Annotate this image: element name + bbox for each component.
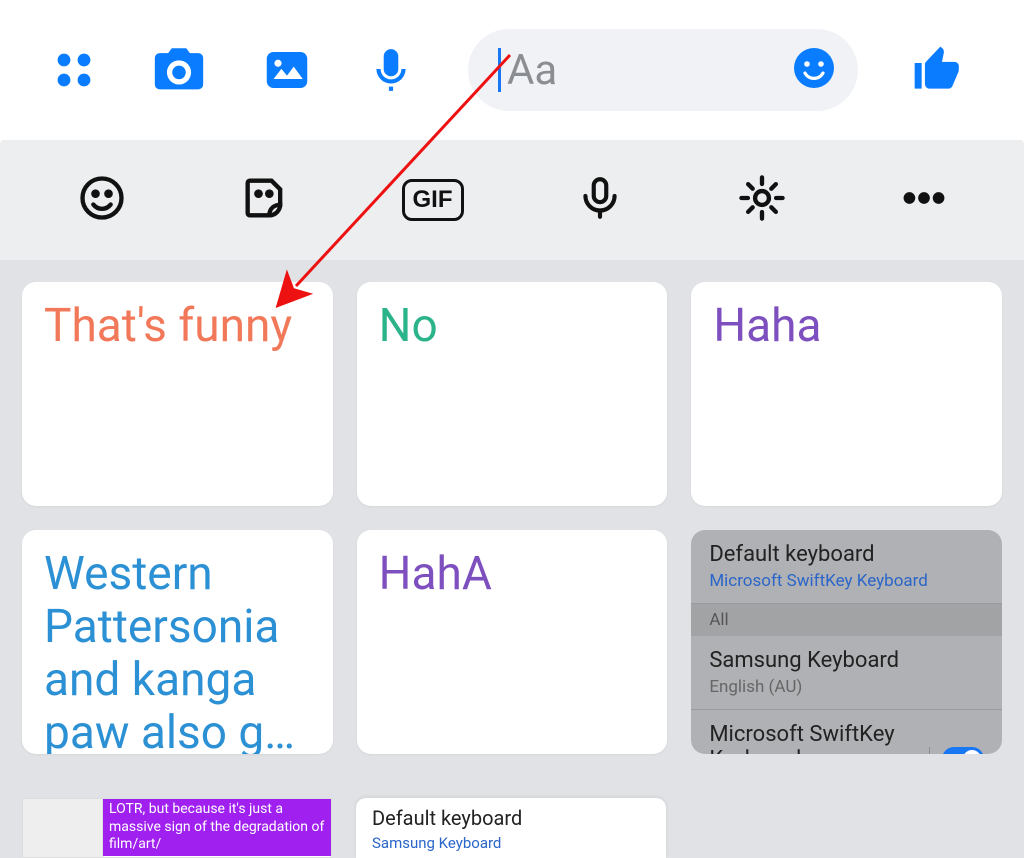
camera-icon[interactable] — [150, 41, 208, 99]
gif-icon[interactable]: GIF — [402, 179, 464, 221]
apps-icon[interactable] — [50, 46, 98, 94]
message-placeholder: Aa — [507, 46, 790, 95]
kb-option-title: Microsoft SwiftKey Keyboard — [709, 722, 929, 754]
gear-icon[interactable] — [736, 172, 788, 228]
kb-option-sub: English (AU) — [709, 677, 899, 697]
settings-header-sub: Microsoft SwiftKey Keyboard — [709, 571, 928, 591]
thumbnail-image — [23, 799, 103, 857]
gif-label: GIF — [413, 186, 453, 213]
thumbnail-preview[interactable]: LOTR, but because it's just a massive si… — [22, 798, 332, 858]
settings-all-label: All — [691, 604, 1002, 636]
message-input[interactable]: Aa — [468, 29, 858, 111]
toggle-switch[interactable] — [942, 747, 984, 754]
suggestion-card[interactable]: Western Pattersonia and kanga paw also g… — [22, 530, 333, 754]
image-icon[interactable] — [260, 43, 314, 97]
thumbs-up-icon[interactable] — [910, 42, 966, 98]
keyboard-settings-preview[interactable]: Default keyboard Microsoft SwiftKey Keyb… — [691, 530, 1002, 754]
sticker-icon[interactable] — [239, 172, 291, 228]
keyboard-toolbar: GIF — [0, 140, 1024, 260]
compose-bar: Aa — [0, 0, 1024, 140]
default-kb-sub: Samsung Keyboard — [372, 834, 650, 852]
default-keyboard-preview[interactable]: Default keyboard Samsung Keyboard — [356, 798, 666, 858]
suggestion-card[interactable]: No — [357, 282, 668, 506]
suggestion-grid: That's funny No Haha Western Pattersonia… — [0, 260, 1024, 858]
thumbnail-snippet: LOTR, but because it's just a massive si… — [103, 799, 331, 856]
settings-header-title: Default keyboard — [709, 542, 928, 567]
emoji-icon[interactable] — [790, 44, 838, 96]
microphone-outline-icon[interactable] — [575, 173, 625, 227]
emoji-outline-icon[interactable] — [76, 172, 128, 228]
more-icon[interactable] — [899, 173, 949, 227]
suggestion-card[interactable]: Haha — [691, 282, 1002, 506]
suggestion-card[interactable]: That's funny — [22, 282, 333, 506]
suggestion-card[interactable]: HahA — [357, 530, 668, 754]
text-caret — [498, 48, 501, 92]
kb-option-title: Samsung Keyboard — [709, 648, 899, 673]
microphone-icon[interactable] — [366, 45, 416, 95]
default-kb-title: Default keyboard — [372, 806, 650, 830]
